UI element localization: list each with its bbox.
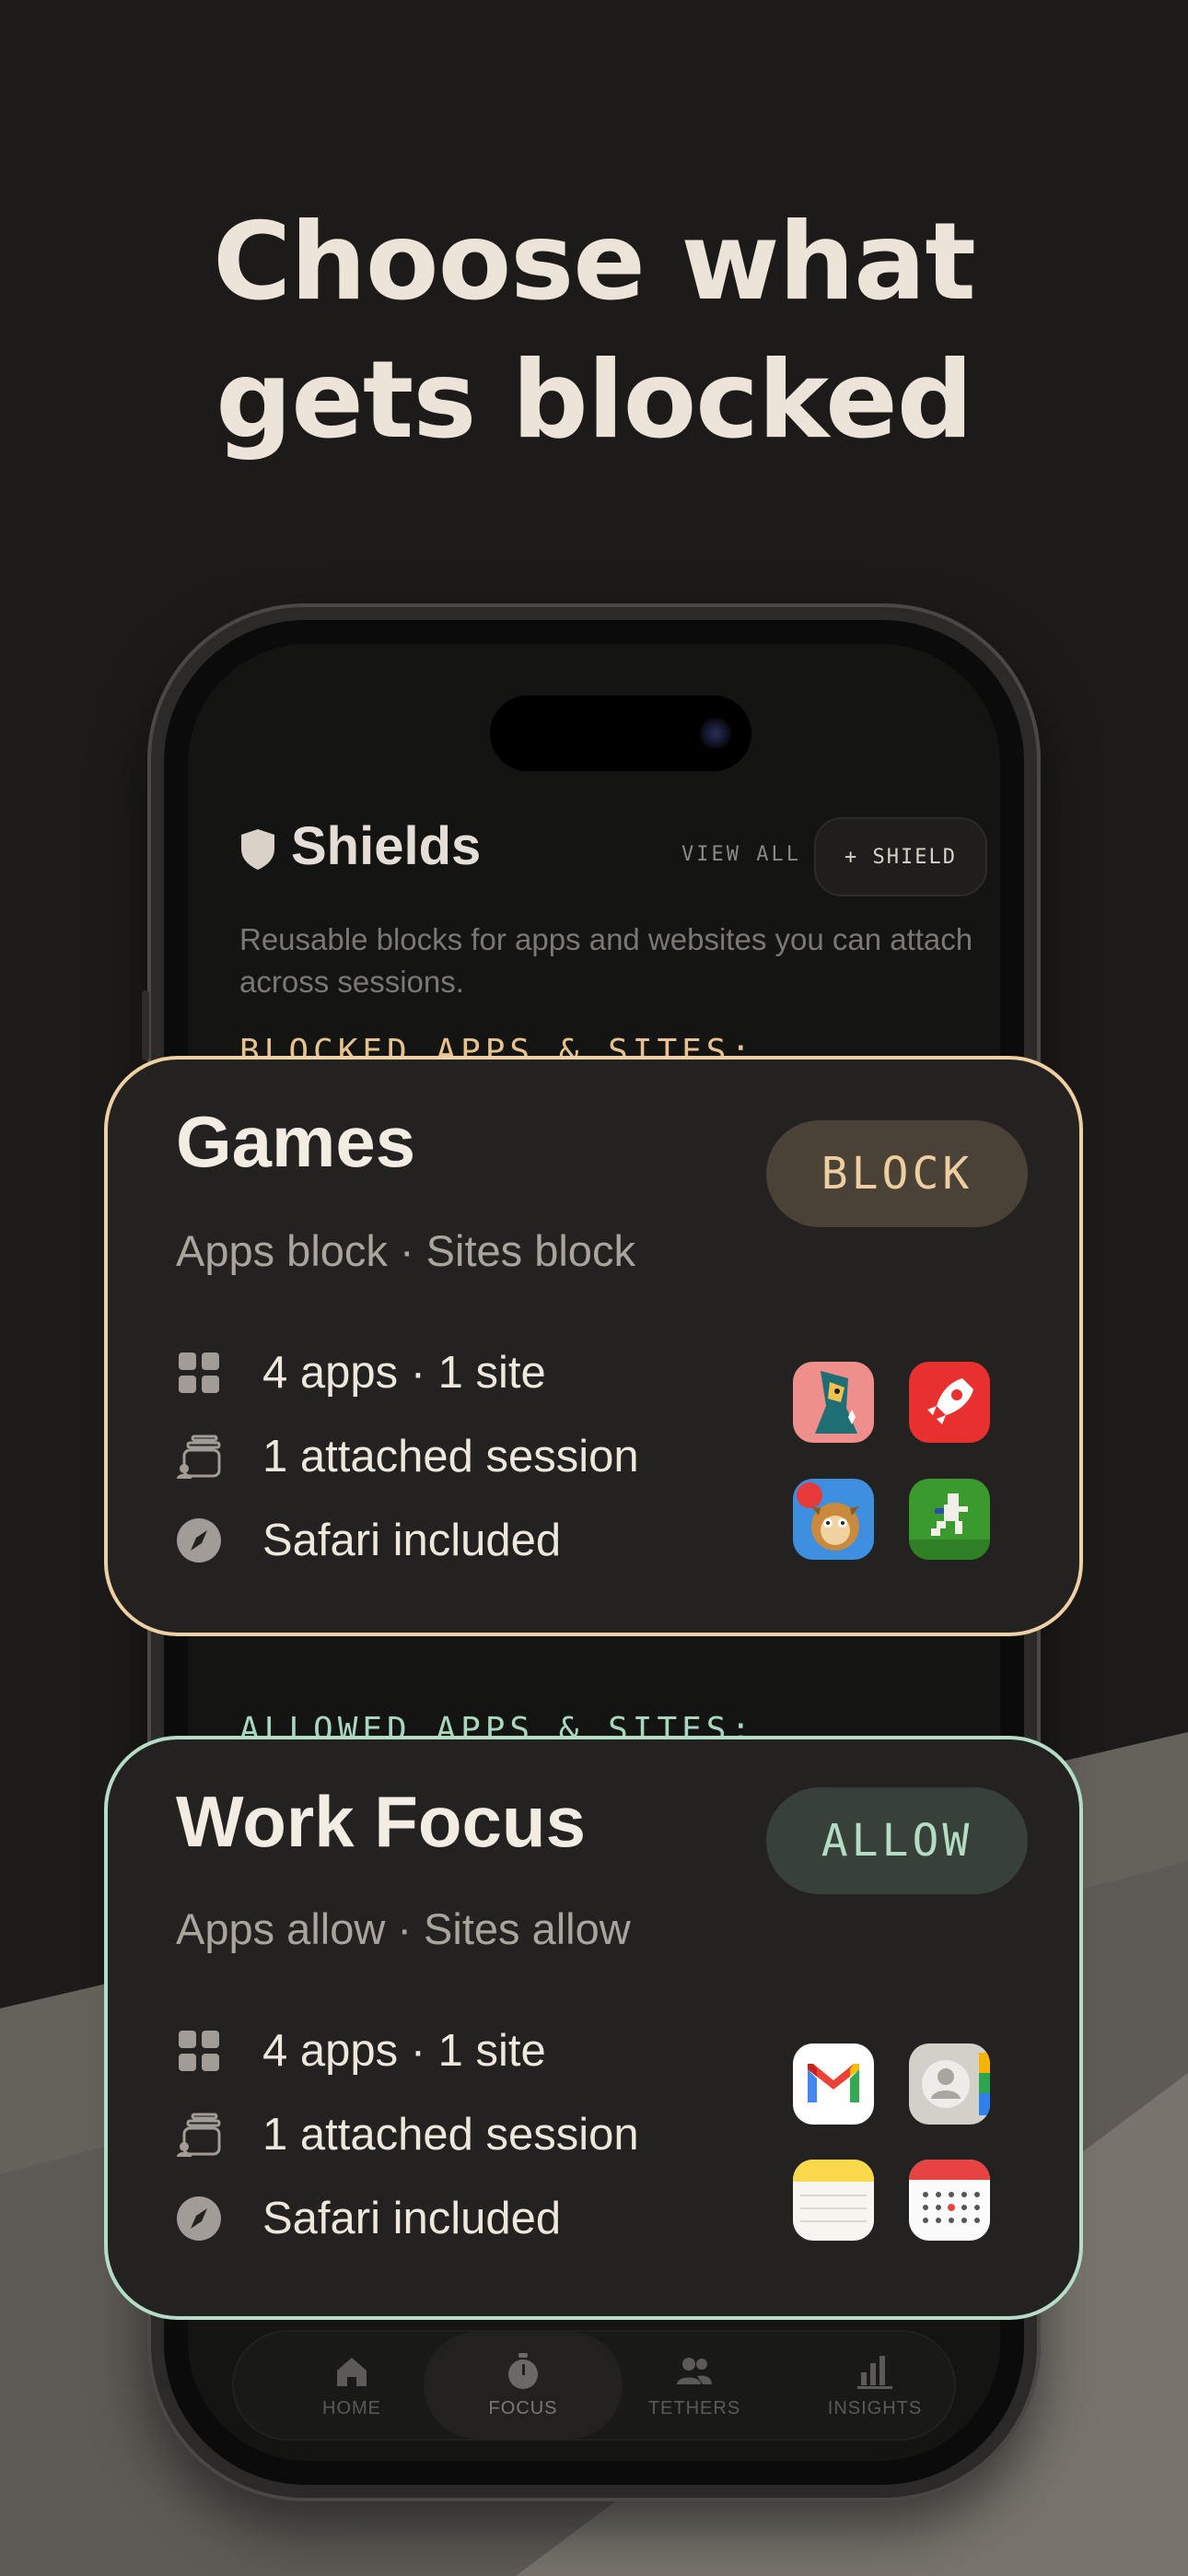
stacked-sessions-icon [177,2113,221,2157]
stopwatch-icon [508,2352,538,2389]
tab-focus[interactable]: FOCUS [424,2332,623,2439]
tab-home[interactable]: HOME [262,2332,442,2439]
home-icon [337,2357,367,2386]
sessions-count: 1 attached session [262,2110,639,2160]
headline-line-1: Choose what [213,200,976,324]
shield-icon [241,829,274,870]
safari-row: Safari included [176,2193,561,2244]
rocket-game-icon [909,1362,990,1443]
monument-valley-icon [793,1362,874,1443]
sessions-count: 1 attached session [262,1432,639,1481]
card-subtitle: Apps allow · Sites allow [176,1904,631,1953]
tab-focus-label: FOCUS [488,2397,558,2418]
apps-sites-count: 4 apps · 1 site [262,1348,546,1398]
tab-tethers[interactable]: TETHERS [604,2332,785,2439]
games-shield-card[interactable]: Games BLOCK Apps block · Sites block 4 a… [104,1056,1083,1636]
compass-icon [177,1518,221,1563]
headline-line-2: gets blocked [215,338,973,463]
screen-description: Reusable blocks for apps and websites yo… [239,922,973,999]
calendar-icon [909,2160,990,2241]
grid-icon [179,2031,219,2071]
tab-bar: HOME FOCUS TETHERS INSIGHTS [232,2330,956,2441]
safari-row: Safari included [176,1515,561,1566]
card-title: Work Focus [176,1781,586,1862]
tab-home-label: HOME [322,2397,381,2418]
bar-chart-icon [857,2355,892,2389]
gmail-icon [793,2043,874,2125]
apps-sites-count: 4 apps · 1 site [262,2026,546,2076]
card-subtitle: Apps block · Sites block [176,1226,635,1275]
add-shield-button[interactable]: + SHIELD [814,817,987,896]
sessions-row: 1 attached session [176,2109,639,2160]
bloons-td-icon [793,1479,874,1560]
compass-icon [177,2196,221,2241]
contacts-icon [909,2043,990,2125]
camera-lens [700,718,731,749]
safari-included: Safari included [262,1516,562,1565]
tab-insights-label: INSIGHTS [827,2397,923,2418]
work-focus-shield-card[interactable]: Work Focus ALLOW Apps allow · Sites allo… [104,1736,1083,2320]
apps-sites-row: 4 apps · 1 site [176,2025,546,2077]
allow-mode-pill[interactable]: ALLOW [766,1787,1028,1894]
card-title: Games [176,1101,416,1182]
screen-title: Shields [291,816,482,876]
sessions-row: 1 attached session [176,1431,639,1482]
view-all-link[interactable]: VIEW ALL [681,843,801,866]
side-button [142,990,149,1060]
pixel-runner-icon [909,1479,990,1560]
block-mode-pill[interactable]: BLOCK [766,1120,1028,1227]
people-icon [677,2357,712,2384]
tab-insights[interactable]: INSIGHTS [785,2332,965,2439]
apps-sites-row: 4 apps · 1 site [176,1347,546,1399]
grid-icon [179,1352,219,1393]
stacked-sessions-icon [177,1434,221,1479]
dynamic-island [490,696,751,771]
tab-tethers-label: TETHERS [647,2397,741,2418]
safari-included: Safari included [262,2194,562,2243]
notes-icon [793,2160,874,2241]
